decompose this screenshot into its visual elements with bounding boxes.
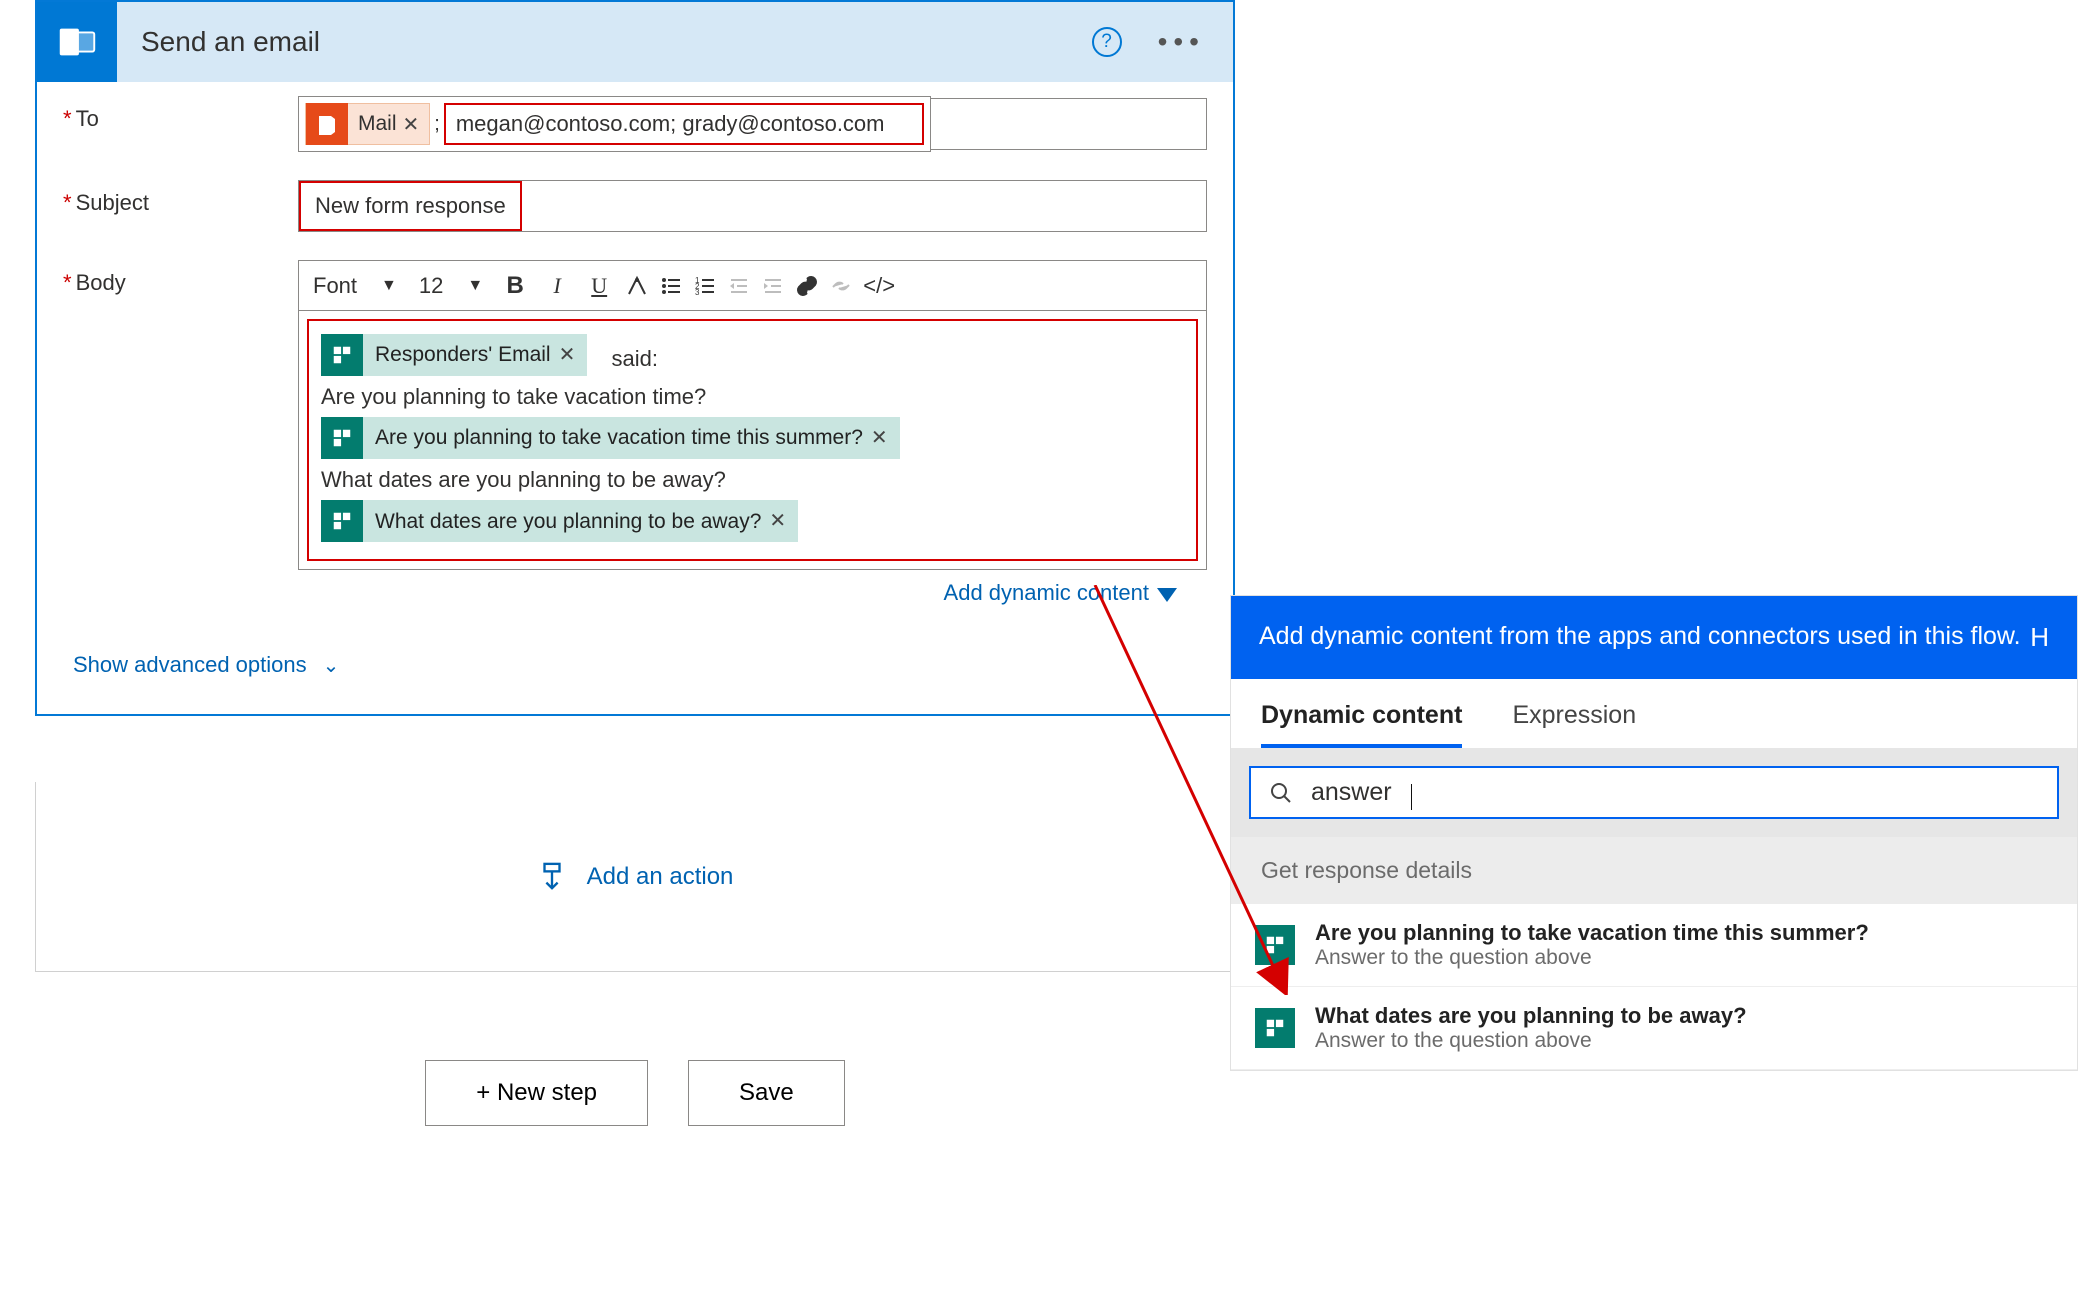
outlook-icon	[37, 2, 117, 82]
dc-hide-link[interactable]: H	[2030, 620, 2049, 655]
forms-icon	[321, 417, 363, 459]
body-content: Responders' Email ✕ said: Are you planni…	[307, 319, 1198, 561]
dc-search-input[interactable]: answer	[1249, 766, 2059, 819]
subject-value: New form response	[299, 181, 522, 231]
dc-item[interactable]: Are you planning to take vacation time t…	[1231, 904, 2077, 987]
search-icon	[1269, 781, 1293, 805]
add-action-icon	[537, 862, 567, 892]
dc-item[interactable]: What dates are you planning to be away? …	[1231, 987, 2077, 1070]
caret-down-icon	[1157, 588, 1177, 602]
dc-group-header: Get response details	[1231, 837, 2077, 904]
token-q1[interactable]: Are you planning to take vacation time t…	[321, 417, 900, 459]
underline-button[interactable]: U	[583, 273, 615, 299]
outdent-icon[interactable]	[727, 274, 751, 298]
forms-icon	[1255, 1008, 1295, 1048]
dc-item-sub: Answer to the question above	[1315, 946, 1869, 970]
italic-button[interactable]: I	[541, 273, 573, 299]
font-selector[interactable]: Font▼	[307, 269, 403, 303]
indent-icon[interactable]	[761, 274, 785, 298]
overflow-menu-icon[interactable]: •••	[1158, 26, 1205, 58]
row-body: *Body Font▼ 12▼ B I U 123 </>	[37, 246, 1233, 624]
bold-button[interactable]: B	[499, 272, 531, 300]
to-token-mail[interactable]: Mail ✕	[305, 103, 430, 145]
add-action-bar: Add an action	[35, 782, 1235, 972]
token-q2[interactable]: What dates are you planning to be away? …	[321, 500, 798, 542]
body-field[interactable]: Responders' Email ✕ said: Are you planni…	[298, 310, 1207, 570]
text-cursor	[1411, 784, 1412, 810]
remove-token-icon[interactable]: ✕	[871, 422, 888, 454]
subject-field[interactable]: New form response	[298, 180, 1207, 232]
text-color-icon[interactable]	[625, 274, 649, 298]
rte-toolbar: Font▼ 12▼ B I U 123 </>	[298, 260, 1207, 310]
forms-icon	[1255, 925, 1295, 965]
token-responders-email[interactable]: Responders' Email ✕	[321, 334, 587, 376]
add-dynamic-content-link[interactable]: Add dynamic content	[298, 570, 1207, 610]
label-to: *To	[63, 96, 298, 132]
dc-header-text: Add dynamic content from the apps and co…	[1259, 620, 2021, 654]
forms-icon	[321, 500, 363, 542]
row-subject: *Subject New form response	[37, 166, 1233, 246]
to-field[interactable]: Mail ✕ ; megan@contoso.com; grady@contos…	[298, 96, 931, 152]
label-body: *Body	[63, 260, 298, 296]
card-header: Send an email ? •••	[37, 2, 1233, 82]
number-list-icon[interactable]: 123	[693, 274, 717, 298]
chevron-down-icon: ⌄	[323, 653, 340, 678]
remove-token-icon[interactable]: ✕	[403, 112, 420, 137]
dc-item-title: Are you planning to take vacation time t…	[1315, 920, 1869, 946]
card-title: Send an email	[117, 26, 1092, 58]
dc-item-title: What dates are you planning to be away?	[1315, 1003, 1747, 1029]
to-token-label: Mail	[358, 112, 397, 136]
code-view-button[interactable]: </>	[863, 273, 895, 299]
svg-text:3: 3	[695, 288, 700, 297]
to-emails-text[interactable]: megan@contoso.com; grady@contoso.com	[444, 103, 924, 145]
body-text-said: said:	[597, 346, 657, 371]
row-to: *To Mail ✕ ; megan@contoso.com; grady@co…	[37, 82, 1233, 166]
remove-token-icon[interactable]: ✕	[559, 339, 576, 371]
font-size-selector[interactable]: 12▼	[413, 269, 489, 303]
new-step-button[interactable]: + New step	[425, 1060, 648, 1126]
forms-icon	[321, 334, 363, 376]
dc-tabs: Dynamic content Expression	[1231, 679, 2077, 748]
save-button[interactable]: Save	[688, 1060, 845, 1126]
dc-search-value: answer	[1311, 778, 1392, 807]
tab-expression[interactable]: Expression	[1512, 701, 1636, 748]
show-advanced-options-link[interactable]: Show advanced options ⌄	[37, 624, 1233, 714]
unlink-icon[interactable]	[829, 274, 853, 298]
remove-token-icon[interactable]: ✕	[769, 505, 786, 537]
dynamic-content-panel: Add dynamic content from the apps and co…	[1230, 595, 2078, 1071]
office-icon	[306, 103, 348, 145]
help-icon[interactable]: ?	[1092, 27, 1122, 57]
bullet-list-icon[interactable]	[659, 274, 683, 298]
tab-dynamic-content[interactable]: Dynamic content	[1261, 701, 1462, 748]
link-icon[interactable]	[795, 274, 819, 298]
body-line-q2: What dates are you planning to be away?	[321, 462, 1184, 497]
add-action-button[interactable]: Add an action	[537, 862, 734, 892]
bottom-buttons: + New step Save	[35, 1060, 1235, 1126]
dc-header: Add dynamic content from the apps and co…	[1231, 596, 2077, 679]
to-field-extend[interactable]	[931, 98, 1207, 150]
send-email-card: Send an email ? ••• *To Mail ✕ ; megan@c…	[35, 0, 1235, 716]
dc-item-sub: Answer to the question above	[1315, 1029, 1747, 1053]
label-subject: *Subject	[63, 180, 298, 216]
body-line-q1: Are you planning to take vacation time?	[321, 379, 1184, 414]
